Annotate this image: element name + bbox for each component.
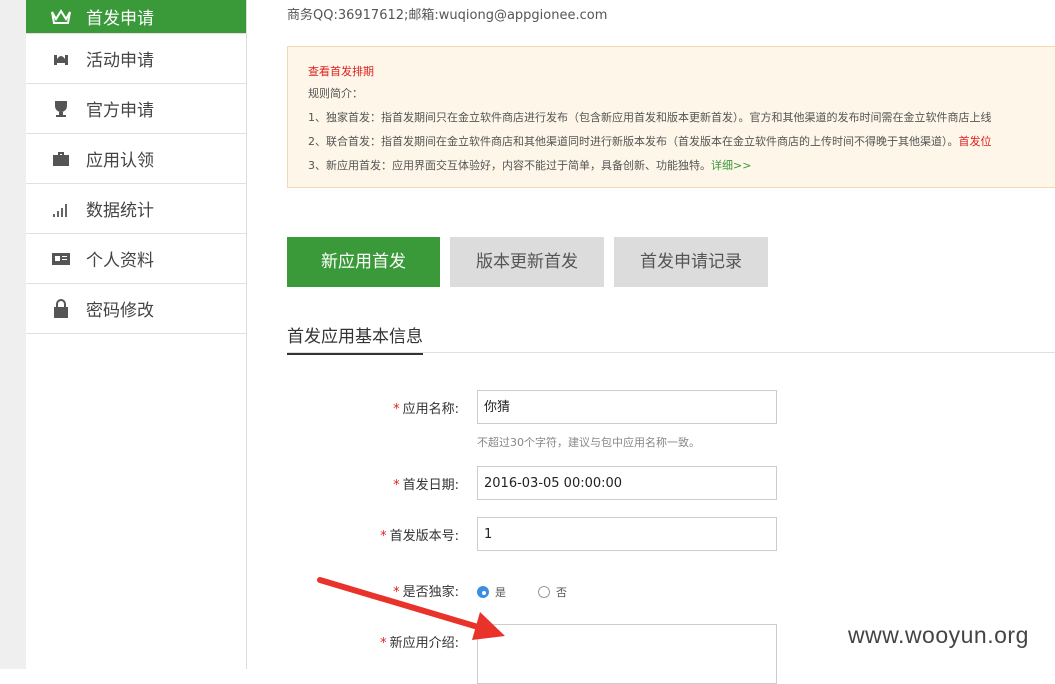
sidebar-item-label: 应用认领: [86, 151, 154, 171]
rules-notice: 查看首发排期 规则简介： 1、独家首发：指首发期间只在金立软件商店进行发布（包含…: [287, 46, 1055, 188]
exclusive-no-radio[interactable]: 否: [538, 584, 567, 600]
tab-version-update-release[interactable]: 版本更新首发: [450, 237, 604, 287]
tab-bar: 新应用首发 版本更新首发 首发申请记录: [287, 237, 778, 287]
briefcase-icon: [50, 148, 72, 170]
lock-icon: [50, 298, 72, 320]
rule-new-app-text: 3、新应用首发：应用界面交互体验好，内容不能过于简单，具备创新、功能独特。: [308, 159, 711, 172]
section-title: 首发应用基本信息: [287, 322, 423, 355]
rule-joint-text: 2、联合首发：指首发期间在金立软件商店和其他渠道同时进行新版本发布（首发版本在金…: [308, 135, 959, 148]
sidebar-item-first-release[interactable]: 首发申请: [26, 0, 246, 34]
radio-unchecked-icon: [538, 586, 550, 598]
app-name-input[interactable]: 你猜: [477, 390, 777, 424]
id-card-icon: [50, 248, 72, 270]
rule-joint: 2、联合首发：指首发期间在金立软件商店和其他渠道同时进行新版本发布（首发版本在金…: [308, 133, 992, 149]
sidebar-item-profile[interactable]: 个人资料: [26, 234, 246, 284]
rule-exclusive: 1、独家首发：指首发期间只在金立软件商店进行发布（包含新应用首发和版本更新首发）…: [308, 111, 992, 124]
bar-chart-icon: [50, 198, 72, 220]
app-intro-textarea[interactable]: [477, 624, 777, 684]
sidebar-item-stats[interactable]: 数据统计: [26, 184, 246, 234]
app-name-label: * 应用名称:: [393, 402, 459, 417]
sidebar-item-claim[interactable]: 应用认领: [26, 134, 246, 184]
rule-joint-highlight: 首发位: [958, 135, 992, 148]
sidebar-item-label: 官方申请: [86, 101, 154, 121]
exclusive-no-label: 否: [556, 586, 567, 599]
view-schedule-link[interactable]: 查看首发排期: [308, 63, 374, 79]
section-divider: [287, 352, 1055, 353]
hands-icon: [50, 48, 72, 70]
contact-info: 商务QQ:36917612;邮箱:wuqiong@appgionee.com: [287, 8, 608, 23]
sidebar-item-password[interactable]: 密码修改: [26, 284, 246, 334]
rules-intro: 规则简介：: [308, 87, 363, 100]
sidebar: 首发申请 活动申请 官方申请 应用认领 数据统计 个人资料 密码修改: [26, 0, 247, 669]
sidebar-item-label: 个人资料: [86, 251, 154, 271]
release-date-label: * 首发日期:: [393, 478, 459, 493]
sidebar-item-label: 首发申请: [86, 9, 154, 29]
sidebar-item-label: 密码修改: [86, 301, 154, 321]
tab-release-records[interactable]: 首发申请记录: [614, 237, 768, 287]
crown-icon: [50, 6, 72, 28]
version-label: * 首发版本号:: [380, 529, 459, 544]
version-input[interactable]: 1: [477, 517, 777, 551]
app-name-hint: 不超过30个字符，建议与包中应用名称一致。: [477, 436, 700, 449]
left-gutter: [0, 0, 26, 669]
annotation-arrow-icon: [317, 577, 505, 640]
rule-new-app: 3、新应用首发：应用界面交互体验好，内容不能过于简单，具备创新、功能独特。详细>…: [308, 157, 751, 173]
trophy-icon: [50, 98, 72, 120]
details-link[interactable]: 详细>>: [711, 159, 751, 172]
sidebar-item-activity[interactable]: 活动申请: [26, 34, 246, 84]
watermark: www.wooyun.org: [848, 622, 1029, 648]
release-date-input[interactable]: 2016-03-05 00:00:00: [477, 466, 777, 500]
sidebar-item-official[interactable]: 官方申请: [26, 84, 246, 134]
sidebar-item-label: 活动申请: [86, 51, 154, 71]
sidebar-item-label: 数据统计: [86, 201, 154, 221]
tab-new-app-release[interactable]: 新应用首发: [287, 237, 440, 287]
